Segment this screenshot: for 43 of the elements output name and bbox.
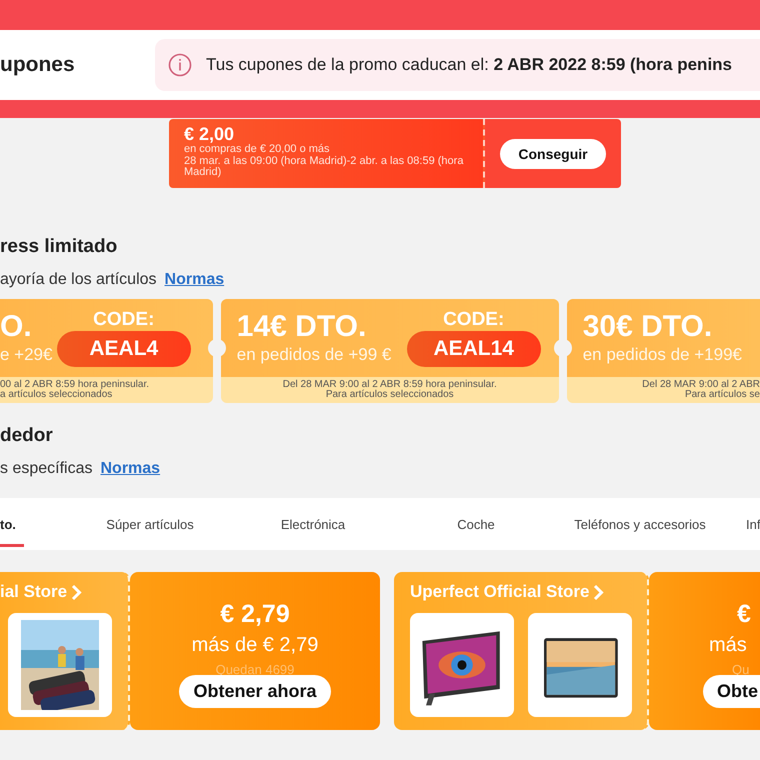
get-coupon-button[interactable]: Conseguir xyxy=(500,138,606,168)
obtain-button[interactable]: Obtener ahora xyxy=(179,675,330,708)
category-tab[interactable]: Coche xyxy=(457,517,495,544)
section-title: dedor xyxy=(0,425,54,447)
terms-text: Del 28 MAR 9:00 al 2 ABR 8:59 hora peninsular. xyxy=(282,380,497,390)
chevron-right-icon xyxy=(593,584,604,600)
minimum-spend: más xyxy=(708,633,747,658)
discount-condition: en pedidos de +99 € xyxy=(236,344,392,366)
discount-condition: e +29€ xyxy=(0,344,52,366)
remaining-count: Quedan 4699 xyxy=(216,662,294,677)
coupon-value: € xyxy=(736,599,751,629)
terms-text: Para artículos se xyxy=(684,390,760,400)
terms-text: a artículos seleccionados xyxy=(0,390,112,400)
terms-text: Para artículos seleccionados xyxy=(326,390,454,400)
coupon-condition: en compras de € 20,00 o más xyxy=(184,144,331,156)
discount-text: 30€ DTO. xyxy=(582,310,714,344)
discount-condition: en pedidos de +199€ xyxy=(582,344,742,366)
category-tab[interactable]: to. xyxy=(0,517,24,547)
category-tab[interactable]: Teléfonos y accesorios xyxy=(574,517,706,544)
coupon-value: € 2,79 xyxy=(220,599,290,629)
minimum-spend: más de € 2,79 xyxy=(192,633,318,658)
coupon-validity: 28 mar. a las 09:00 (hora Madrid)-2 abr. a las 08:59 (hora Madrid) xyxy=(184,156,464,178)
rules-link[interactable]: Normas xyxy=(100,460,160,478)
promo-code: AEAL4 xyxy=(56,331,191,367)
coupon-amount: € 2,00 xyxy=(184,125,236,144)
category-tab[interactable]: Electrónica xyxy=(280,517,346,544)
discount-text: O. xyxy=(0,310,33,344)
chevron-right-icon xyxy=(71,584,82,600)
obtain-button[interactable]: Obte xyxy=(702,675,760,708)
terms-text: Del 28 MAR 9:00 al 2 ABR xyxy=(642,380,760,390)
section-subtitle: ayoría de los artículos xyxy=(0,271,157,289)
notice-text: Tus cupones de la promo caducan el: 2 ABR 2022 8:59 (hora penins xyxy=(206,55,732,75)
rules-link[interactable]: Normas xyxy=(164,271,224,289)
section-subtitle: s específicas xyxy=(0,460,92,478)
terms-text: 00 al 2 ABR 8:59 hora peninsular. xyxy=(0,380,149,390)
info-icon xyxy=(168,53,192,77)
discount-text: 14€ DTO. xyxy=(236,310,368,344)
promo-code: AEAL14 xyxy=(406,331,541,367)
category-tab[interactable]: Súper artículos xyxy=(106,517,194,544)
section-title: ress limitado xyxy=(0,236,118,258)
page-title: upones xyxy=(0,53,76,77)
code-label: CODE: xyxy=(443,309,504,331)
code-label: CODE: xyxy=(93,309,154,331)
